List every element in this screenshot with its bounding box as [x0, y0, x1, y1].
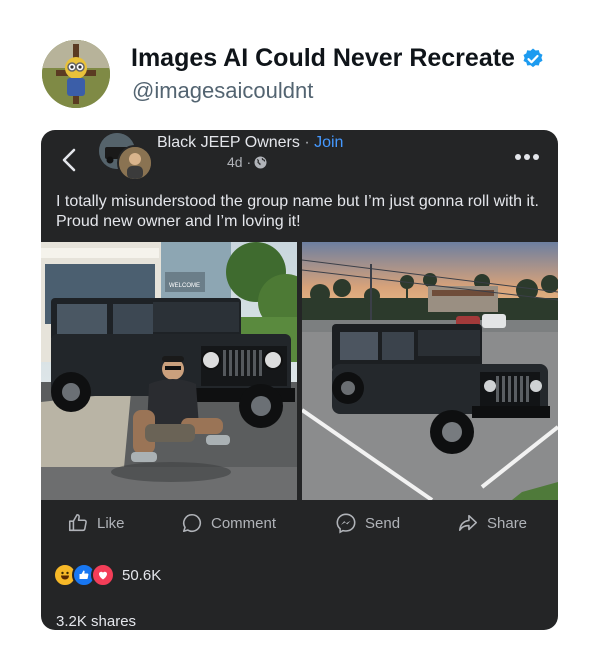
- facebook-post-card[interactable]: Black JEEP Owners · Join 4d · I totally …: [41, 130, 558, 630]
- love-reaction-icon: [91, 563, 115, 587]
- share-arrow-icon: [458, 514, 478, 531]
- group-name-link[interactable]: Black JEEP Owners: [157, 134, 300, 151]
- thumbs-up-icon: [68, 513, 87, 532]
- like-label: Like: [97, 514, 125, 532]
- account-handle[interactable]: @imagesaicouldnt: [132, 78, 313, 104]
- share-button[interactable]: Share: [457, 512, 527, 534]
- member-avatar-icon: [117, 145, 153, 181]
- post-meta: 4d ·: [227, 154, 267, 170]
- share-count[interactable]: 3.2K shares: [56, 613, 136, 630]
- messenger-icon: [336, 513, 356, 534]
- photo-sign-text: WELCOME: [169, 283, 200, 289]
- comment-button[interactable]: Comment: [181, 512, 276, 534]
- post-timestamp[interactable]: 4d ·: [227, 154, 251, 170]
- send-label: Send: [365, 514, 401, 532]
- display-name-text: Images AI Could Never Recreate: [131, 44, 515, 72]
- group-header: Black JEEP Owners · Join: [157, 134, 343, 152]
- join-group-link[interactable]: Join: [314, 134, 343, 151]
- back-arrow-icon[interactable]: [59, 146, 79, 174]
- comment-bubble-icon: [182, 513, 202, 533]
- post-actions: Like Comment Send Share: [41, 512, 558, 540]
- header-separator: ·: [299, 134, 315, 151]
- share-label: Share: [487, 514, 528, 532]
- like-button[interactable]: Like: [67, 512, 125, 534]
- account-display-name[interactable]: Images AI Could Never Recreate: [131, 44, 545, 73]
- globe-icon: [254, 156, 267, 169]
- comment-label: Comment: [211, 514, 277, 532]
- post-text: I totally misunderstood the group name b…: [56, 193, 539, 230]
- profile-avatar[interactable]: [42, 40, 110, 108]
- reaction-summary[interactable]: 50.6K: [53, 563, 161, 587]
- verified-badge-icon: [521, 47, 545, 71]
- post-photo-1[interactable]: WELCOME: [41, 242, 297, 500]
- post-photo-2[interactable]: [302, 242, 558, 500]
- reaction-count: 50.6K: [122, 566, 162, 584]
- group-avatar[interactable]: [99, 133, 153, 181]
- more-options-icon[interactable]: [514, 148, 540, 160]
- send-button[interactable]: Send: [335, 512, 400, 534]
